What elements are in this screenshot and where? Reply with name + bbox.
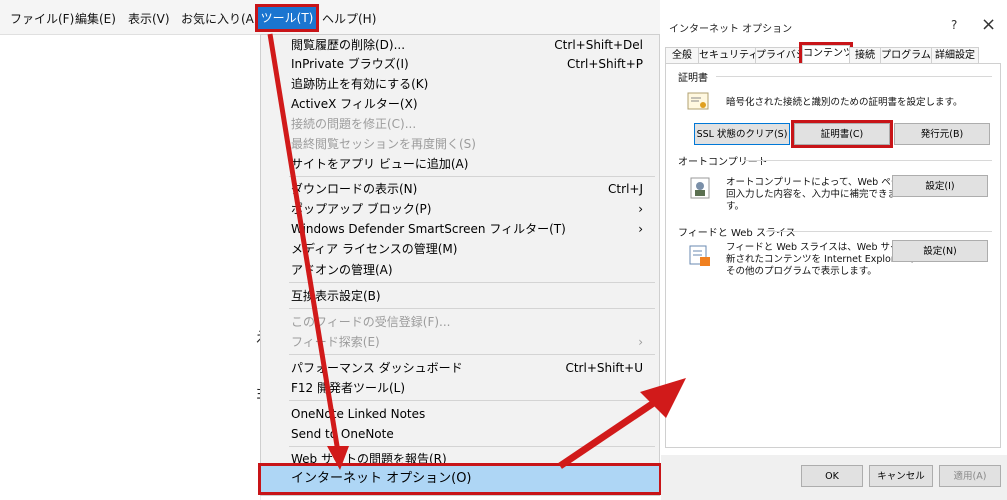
menu-item-downloads[interactable]: ダウンロードの表示(N) Ctrl+J — [291, 179, 651, 199]
menu-separator — [289, 400, 655, 401]
menu-favorites[interactable]: お気に入り(A) — [181, 9, 259, 29]
menu-separator — [289, 446, 655, 447]
menu-item-subscribe-feed: このフィードの受信登録(F)... — [291, 315, 451, 329]
publishers-button[interactable]: 発行元(B) — [894, 123, 990, 145]
menu-item-f12-devtools[interactable]: F12 開発者ツール(L) — [291, 378, 651, 398]
submenu-arrow-icon: › — [638, 335, 643, 349]
internet-options-dialog: インターネット オプション ? × 全般 セキュリティ プライバシー コンテンツ… — [661, 0, 1007, 500]
tab-security[interactable]: セキュリティ — [698, 47, 758, 64]
menu-separator — [289, 354, 655, 355]
tab-content[interactable]: コンテンツ — [799, 42, 853, 67]
menu-item-inprivate[interactable]: InPrivate ブラウズ(I) Ctrl+Shift+P — [291, 54, 651, 74]
menu-edit[interactable]: 編集(E) — [75, 9, 116, 29]
cancel-button[interactable]: キャンセル — [869, 465, 933, 487]
certificates-button[interactable]: 証明書(C) — [791, 120, 893, 148]
submenu-arrow-icon: › — [638, 202, 643, 216]
apply-button[interactable]: 適用(A) — [939, 465, 1001, 487]
menu-separator — [289, 176, 655, 177]
help-icon[interactable]: ? — [951, 18, 957, 32]
menu-item-add-to-apps[interactable]: サイトをアプリ ビューに追加(A) — [291, 154, 651, 174]
ok-button[interactable]: OK — [801, 465, 863, 487]
autocomplete-settings-button[interactable]: 設定(I) — [892, 175, 988, 197]
menu-item-delete-history[interactable]: 閲覧履歴の削除(D)... Ctrl+Shift+Del — [291, 35, 651, 55]
tab-advanced[interactable]: 詳細設定 — [931, 47, 979, 64]
submenu-arrow-icon: › — [638, 222, 643, 236]
menu-file[interactable]: ファイル(F) — [10, 9, 74, 29]
menu-item-onenote-linked[interactable]: OneNote Linked Notes — [291, 404, 651, 424]
menu-help[interactable]: ヘルプ(H) — [322, 9, 376, 29]
menu-tools[interactable]: ツール(T) — [255, 4, 319, 32]
content-tab-panel: 証明書 暗号化された接続と識別のための証明書を設定します。 SSL 状態のクリア… — [665, 63, 1001, 448]
menu-item-fix-connection: 接続の問題を修正(C)... — [291, 117, 417, 131]
menu-item-performance-dashboard[interactable]: パフォーマンス ダッシュボード Ctrl+Shift+U — [291, 358, 651, 378]
group-divider — [744, 160, 992, 161]
menu-view[interactable]: 表示(V) — [128, 9, 170, 29]
menu-item-feed-discovery: フィード探索(E) › — [291, 332, 651, 352]
tab-general[interactable]: 全般 — [665, 47, 699, 64]
close-icon[interactable]: × — [981, 14, 996, 35]
cert-group-title: 証明書 — [678, 73, 708, 84]
tab-programs[interactable]: プログラム — [880, 47, 932, 64]
menu-item-tracking-protection[interactable]: 追跡防止を有効にする(K) — [291, 74, 651, 94]
tab-privacy[interactable]: プライバシー — [755, 47, 803, 64]
menu-bar: ファイル(F) 編集(E) 表示(V) お気に入り(A) ツール(T) ヘルプ(… — [0, 0, 660, 35]
group-divider — [716, 76, 992, 77]
menu-item-manage-addons[interactable]: アドオンの管理(A) — [291, 260, 651, 280]
menu-item-compat-view[interactable]: 互換表示設定(B) — [291, 286, 651, 306]
tab-connections[interactable]: 接続 — [849, 47, 881, 64]
browser-content-area — [0, 35, 261, 500]
group-divider — [766, 231, 992, 232]
menu-item-activex-filter[interactable]: ActiveX フィルター(X) — [291, 94, 651, 114]
menu-item-reopen-session: 最終閲覧セッションを再度開く(S) — [291, 137, 476, 151]
menu-item-media-licenses[interactable]: メディア ライセンスの管理(M) — [291, 239, 651, 259]
tools-dropdown-menu: 閲覧履歴の削除(D)... Ctrl+Shift+Del InPrivate ブラ… — [258, 34, 662, 496]
menu-separator — [289, 308, 655, 309]
menu-item-internet-options[interactable]: インターネット オプション(O) — [258, 463, 662, 495]
feeds-settings-button[interactable]: 設定(N) — [892, 240, 988, 262]
cert-description: 暗号化された接続と識別のための証明書を設定します。 — [726, 97, 963, 108]
menu-item-popup-blocker[interactable]: ポップアップ ブロック(P) › — [291, 199, 651, 219]
dialog-footer: OK キャンセル 適用(A) — [661, 455, 1007, 500]
feeds-icon — [689, 245, 710, 266]
menu-separator — [289, 282, 655, 283]
ssl-clear-button[interactable]: SSL 状態のクリア(S) — [694, 123, 790, 145]
menu-item-smartscreen[interactable]: Windows Defender SmartScreen フィルター(T) › — [291, 219, 651, 239]
dialog-title: インターネット オプション — [669, 24, 793, 35]
menu-item-send-to-onenote[interactable]: Send to OneNote — [291, 424, 651, 444]
certificate-icon — [687, 92, 709, 110]
autocomplete-icon — [690, 177, 710, 199]
